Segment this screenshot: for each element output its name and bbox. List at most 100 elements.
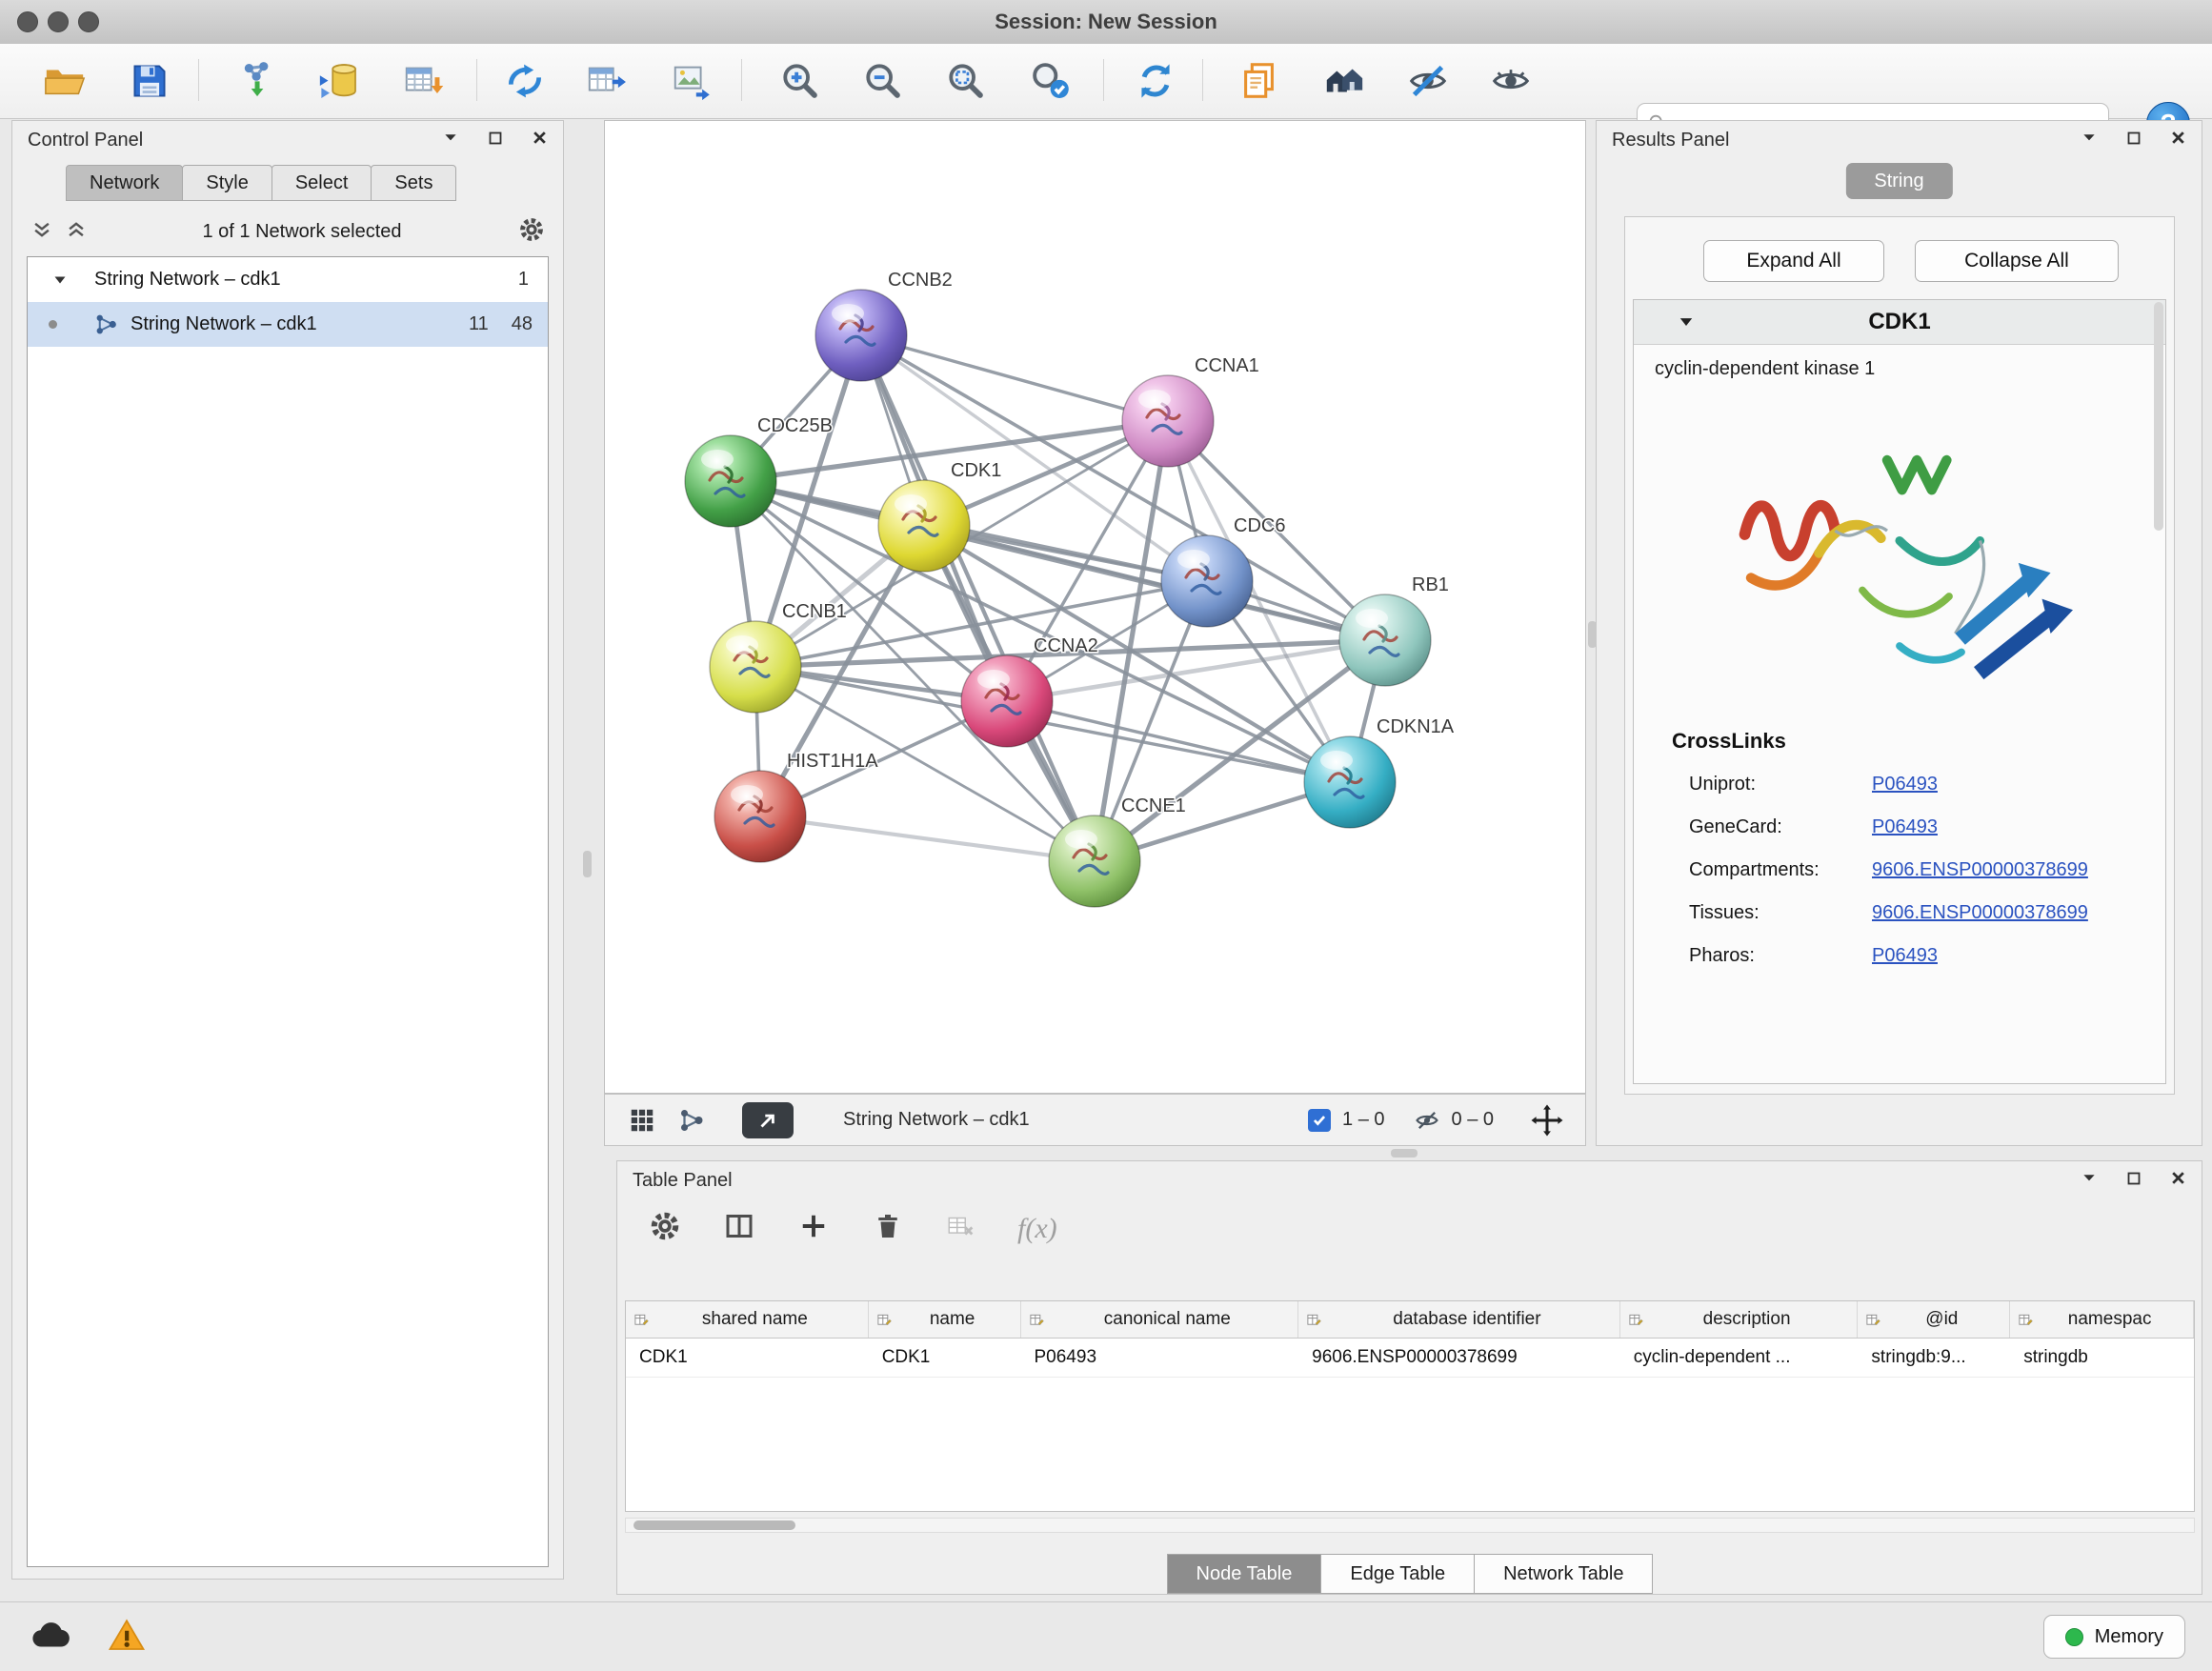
cloud-button[interactable] <box>29 1614 72 1658</box>
network-node-hist1h1a[interactable] <box>714 771 806 862</box>
column-header-database-identifier[interactable]: database identifier <box>1298 1301 1620 1338</box>
show-all-button[interactable] <box>1486 56 1536 106</box>
table-cell[interactable]: P06493 <box>1021 1339 1299 1377</box>
gear-icon[interactable] <box>517 215 546 249</box>
column-header-namespac[interactable]: namespac <box>2010 1301 2194 1338</box>
table-cell[interactable]: stringdb:9... <box>1858 1339 2010 1377</box>
delete-column-icon[interactable] <box>871 1209 905 1248</box>
detach-view-button[interactable] <box>742 1102 794 1138</box>
panel-float-icon[interactable] <box>2126 130 2142 151</box>
crosslink-genecard-link[interactable]: P06493 <box>1872 816 1938 838</box>
splitter-handle[interactable] <box>583 851 592 877</box>
table-cell[interactable]: CDK1 <box>869 1339 1021 1377</box>
scrollbar-thumb[interactable] <box>633 1520 795 1530</box>
results-scrollbar[interactable] <box>2154 302 2163 531</box>
pan-crosshair-button[interactable] <box>1530 1103 1564 1137</box>
network-view-canvas[interactable]: CCNB2CCNA1CDC25BCDK1CDC6RB1CCNB1CCNA2CDK… <box>604 120 1586 1094</box>
collapse-all-button[interactable]: Collapse All <box>1915 240 2119 282</box>
tab-node-table[interactable]: Node Table <box>1167 1554 1322 1594</box>
birds-eye-view-button[interactable] <box>1319 56 1369 106</box>
panel-menu-icon[interactable] <box>2081 129 2098 151</box>
tab-select[interactable]: Select <box>271 165 372 201</box>
network-row[interactable]: String Network – cdk1 11 48 <box>28 302 548 347</box>
zoom-selected-button[interactable] <box>1026 56 1076 106</box>
warning-button[interactable] <box>107 1616 147 1656</box>
tab-network-table[interactable]: Network Table <box>1474 1554 1653 1594</box>
panel-close-icon[interactable] <box>2170 1170 2186 1192</box>
zoom-window-button[interactable] <box>78 11 99 32</box>
network-node-ccnb1[interactable] <box>710 621 801 713</box>
zoom-out-button[interactable] <box>858 56 908 106</box>
crosslink-compartments-link[interactable]: 9606.ENSP00000378699 <box>1872 859 2088 881</box>
panel-float-icon[interactable] <box>2126 1170 2142 1192</box>
panel-menu-icon[interactable] <box>2081 1169 2098 1192</box>
expand-all-button[interactable]: Expand All <box>1703 240 1884 282</box>
column-header-canonical-name[interactable]: canonical name <box>1021 1301 1299 1338</box>
table-cell[interactable]: CDK1 <box>626 1339 869 1377</box>
table-cell[interactable]: cyclin-dependent ... <box>1620 1339 1859 1377</box>
annotation-button[interactable] <box>1235 56 1284 106</box>
import-network-from-file-button[interactable] <box>233 56 283 106</box>
network-node-ccna1[interactable] <box>1122 375 1214 467</box>
column-header-shared-name[interactable]: shared name <box>626 1301 869 1338</box>
tab-style[interactable]: Style <box>182 165 271 201</box>
splitter-handle[interactable] <box>1588 621 1597 648</box>
import-table-from-file-button[interactable] <box>398 56 448 106</box>
table-cell[interactable]: 9606.ENSP00000378699 <box>1298 1339 1620 1377</box>
memory-button[interactable]: Memory <box>2043 1615 2185 1659</box>
tab-string[interactable]: String <box>1845 163 1952 199</box>
network-graph[interactable]: CCNB2CCNA1CDC25BCDK1CDC6RB1CCNB1CCNA2CDK… <box>605 121 1585 1093</box>
import-network-from-database-button[interactable] <box>313 56 363 106</box>
splitter-handle[interactable] <box>1391 1149 1418 1158</box>
network-overview-button[interactable] <box>677 1106 706 1135</box>
grid-view-button[interactable] <box>628 1106 656 1135</box>
section-expander-icon[interactable] <box>1678 313 1695 331</box>
tab-edge-table[interactable]: Edge Table <box>1320 1554 1475 1594</box>
network-node-ccna2[interactable] <box>961 655 1053 747</box>
network-node-cdc6[interactable] <box>1161 535 1253 627</box>
network-node-ccnb2[interactable] <box>815 290 907 381</box>
tab-network[interactable]: Network <box>66 165 183 201</box>
tab-sets[interactable]: Sets <box>371 165 456 201</box>
column-header-name[interactable]: name <box>869 1301 1021 1338</box>
hide-selected-button[interactable] <box>1403 56 1453 106</box>
apply-layout-button[interactable] <box>1131 56 1180 106</box>
protein-section-header[interactable]: CDK1 <box>1634 300 2165 345</box>
collapse-all-networks-icon[interactable] <box>31 219 52 245</box>
network-node-cdc25b[interactable] <box>685 435 776 527</box>
crosslink-pharos-link[interactable]: P06493 <box>1872 945 1938 967</box>
export-table-button[interactable] <box>582 56 632 106</box>
hidden-eye-icon[interactable] <box>1414 1107 1440 1134</box>
panel-menu-icon[interactable] <box>442 129 459 151</box>
new-network-button[interactable] <box>500 56 550 106</box>
selected-checkbox[interactable] <box>1308 1109 1331 1132</box>
crosslink-uniprot-link[interactable]: P06493 <box>1872 774 1938 795</box>
open-session-button[interactable] <box>40 56 90 106</box>
column-header--id[interactable]: @id <box>1858 1301 2010 1338</box>
network-edges[interactable] <box>731 335 1385 861</box>
table-settings-gear-icon[interactable] <box>648 1209 682 1248</box>
panel-close-icon[interactable] <box>2170 130 2186 151</box>
crosslink-tissues-link[interactable]: 9606.ENSP00000378699 <box>1872 902 2088 924</box>
table-cell[interactable]: stringdb <box>2010 1339 2194 1377</box>
export-image-button[interactable] <box>667 56 716 106</box>
network-collection-row[interactable]: String Network – cdk1 1 <box>28 257 548 302</box>
minimize-window-button[interactable] <box>48 11 69 32</box>
panel-close-icon[interactable] <box>532 130 548 151</box>
zoom-fit-button[interactable] <box>941 56 991 106</box>
network-node-cdk1[interactable] <box>878 480 970 572</box>
network-node-rb1[interactable] <box>1339 594 1431 686</box>
table-horizontal-scrollbar[interactable] <box>625 1518 2195 1533</box>
network-node-cdkn1a[interactable] <box>1304 736 1396 828</box>
select-columns-icon[interactable] <box>722 1209 756 1248</box>
close-window-button[interactable] <box>17 11 38 32</box>
column-header-description[interactable]: description <box>1620 1301 1859 1338</box>
table-row[interactable]: CDK1CDK1P064939606.ENSP00000378699cyclin… <box>626 1339 2194 1378</box>
save-session-button[interactable] <box>125 56 174 106</box>
expand-all-networks-icon[interactable] <box>66 219 87 245</box>
network-node-ccne1[interactable] <box>1049 815 1140 907</box>
tree-expander-icon[interactable] <box>52 272 68 288</box>
panel-float-icon[interactable] <box>488 130 503 151</box>
add-column-icon[interactable] <box>796 1209 831 1248</box>
zoom-in-button[interactable] <box>775 56 825 106</box>
